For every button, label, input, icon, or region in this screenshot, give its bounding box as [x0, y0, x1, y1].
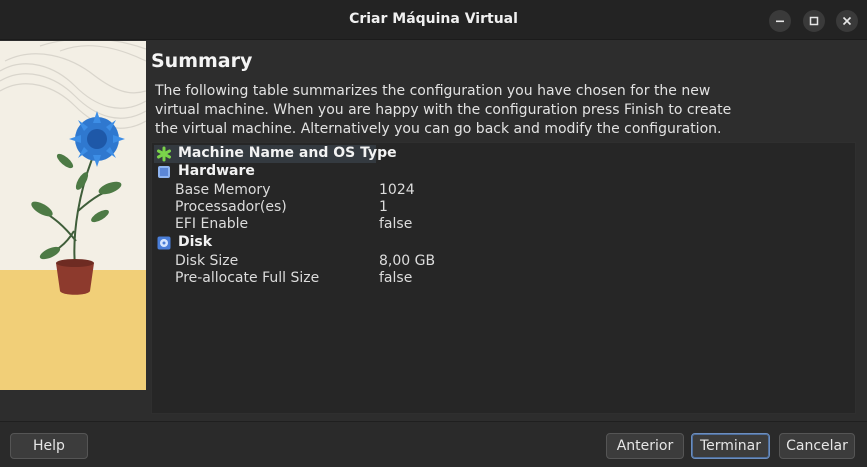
disk-icon: [157, 236, 171, 250]
green-star-icon: [157, 146, 171, 162]
row-value: 1: [379, 199, 388, 215]
chip-icon: [158, 166, 170, 178]
maximize-button[interactable]: [803, 10, 825, 32]
dialog-window: Criar Máquina Virtual Summary The follow…: [0, 0, 867, 467]
group-label: Hardware: [178, 163, 255, 179]
window-title: Criar Máquina Virtual: [349, 11, 518, 27]
finish-button[interactable]: Terminar: [691, 433, 770, 459]
page-description: The following table summarizes the confi…: [155, 83, 732, 137]
help-button[interactable]: Help: [10, 433, 88, 459]
title-bar[interactable]: Criar Máquina Virtual: [0, 0, 867, 40]
minimize-button[interactable]: [769, 10, 791, 32]
group-label: Machine Name and OS Type: [178, 145, 397, 161]
summary-page: Summary The following table summarizes t…: [150, 41, 867, 421]
close-button[interactable]: [836, 10, 858, 32]
summary-tree[interactable]: Machine Name and OS Type Hardware Base M…: [151, 142, 856, 414]
page-title: Summary: [151, 50, 253, 72]
row-value: false: [379, 216, 413, 232]
row-key: Base Memory: [175, 182, 271, 198]
flower-pot-illustration: [0, 41, 146, 390]
row-value: 8,00 GB: [379, 253, 436, 269]
row-key: Pre-allocate Full Size: [175, 270, 320, 286]
button-bar: Help Anterior Terminar Cancelar: [0, 421, 867, 467]
row-value: 1024: [379, 182, 415, 198]
maximize-icon: [809, 16, 819, 26]
row-key: Disk Size: [175, 253, 239, 269]
wizard-illustration: [0, 41, 146, 390]
back-button[interactable]: Anterior: [606, 433, 684, 459]
row-value: false: [379, 270, 413, 286]
row-key: EFI Enable: [175, 216, 249, 232]
table-row[interactable]: Disk Size 8,00 GB: [152, 253, 855, 270]
close-icon: [842, 16, 852, 26]
group-machine-name-os-type[interactable]: Machine Name and OS Type: [154, 145, 397, 163]
table-row[interactable]: Pre-allocate Full Size false: [152, 270, 855, 287]
table-row[interactable]: Processador(es) 1: [152, 199, 855, 216]
group-label: Disk: [178, 234, 213, 250]
table-row[interactable]: Base Memory 1024: [152, 182, 855, 199]
minimize-icon: [776, 20, 784, 23]
table-row[interactable]: EFI Enable false: [152, 216, 855, 233]
row-key: Processador(es): [175, 199, 287, 215]
cancel-button[interactable]: Cancelar: [779, 433, 855, 459]
